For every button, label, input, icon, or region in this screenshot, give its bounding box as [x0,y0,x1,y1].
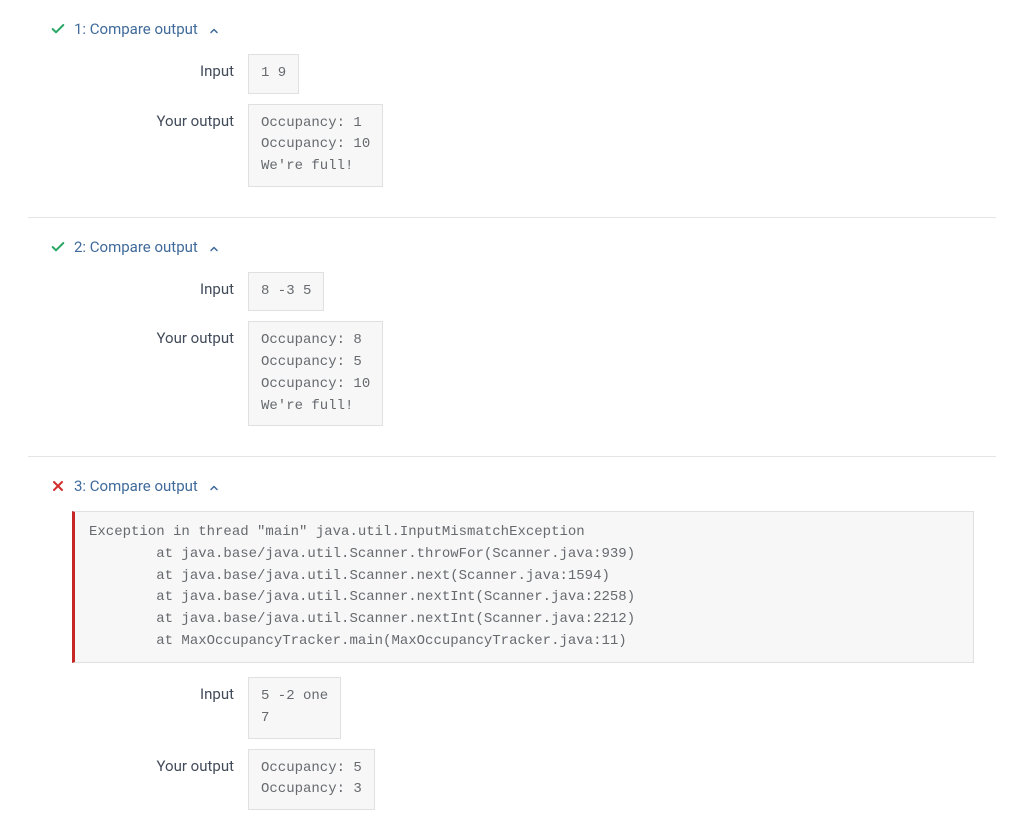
test-title: 2: Compare output [74,238,198,256]
test-header-1[interactable]: 1: Compare output [50,20,996,38]
input-row: Input 1 9 [50,54,996,94]
test-title: 1: Compare output [74,20,198,38]
input-label: Input [50,54,248,80]
your-output-label: Your output [50,104,248,130]
your-output-value: Occupancy: 8 Occupancy: 5 Occupancy: 10 … [248,321,383,426]
output-row: Your output Occupancy: 8 Occupancy: 5 Oc… [50,321,996,426]
your-output-value: Occupancy: 1 Occupancy: 10 We're full! [248,104,383,187]
checkmark-icon [50,239,66,255]
input-value: 1 9 [248,54,299,94]
chevron-up-icon [208,23,220,35]
output-row: Your output Occupancy: 5 Occupancy: 3 [50,749,996,810]
chevron-up-icon [208,241,220,253]
input-value: 5 -2 one 7 [248,677,341,738]
test-block-2: 2: Compare output Input 8 -3 5 Your outp… [28,217,996,456]
test-results-container: 1: Compare output Input 1 9 Your output … [0,0,1024,840]
test-header-2[interactable]: 2: Compare output [50,238,996,256]
your-output-label: Your output [50,749,248,775]
input-row: Input 5 -2 one 7 [50,677,996,738]
output-row: Your output Occupancy: 1 Occupancy: 10 W… [50,104,996,187]
input-label: Input [50,272,248,298]
input-value: 8 -3 5 [248,272,324,312]
input-row: Input 8 -3 5 [50,272,996,312]
input-label: Input [50,677,248,703]
checkmark-icon [50,21,66,37]
cross-icon [50,478,66,494]
error-trace: Exception in thread "main" java.util.Inp… [72,511,974,663]
your-output-value: Occupancy: 5 Occupancy: 3 [248,749,375,810]
chevron-up-icon [208,480,220,492]
your-output-label: Your output [50,321,248,347]
test-block-1: 1: Compare output Input 1 9 Your output … [28,0,996,217]
test-title: 3: Compare output [74,477,198,495]
test-block-3: 3: Compare output Exception in thread "m… [28,456,996,840]
test-header-3[interactable]: 3: Compare output [50,477,996,495]
